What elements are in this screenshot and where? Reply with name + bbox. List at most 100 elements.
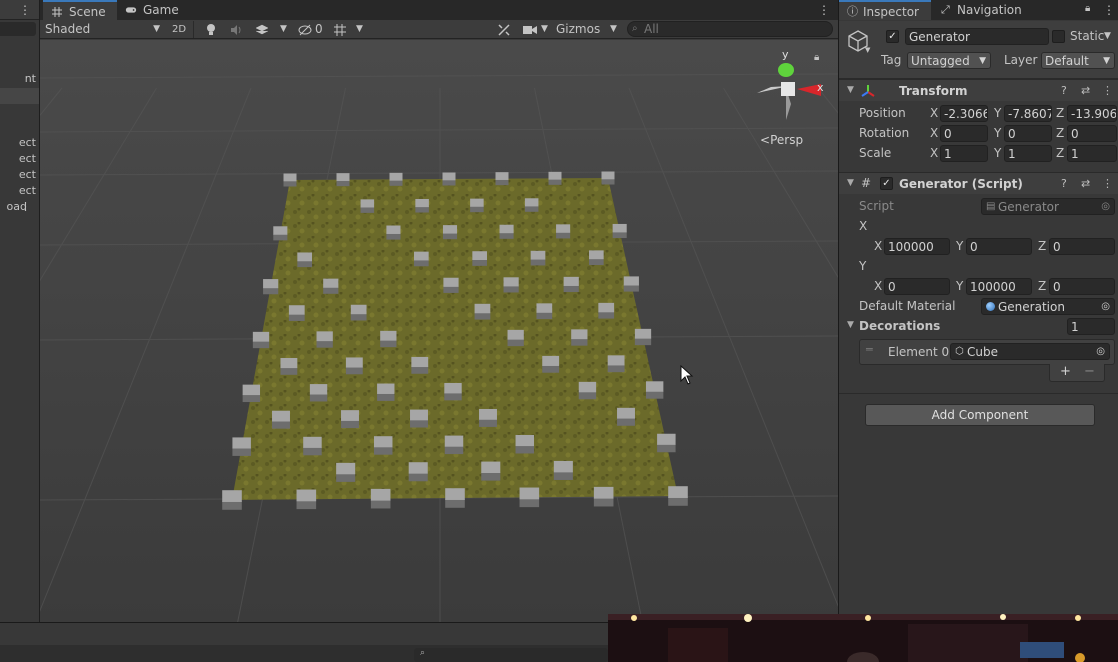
more-options-icon[interactable]: ⋮: [1103, 3, 1115, 17]
tab-scene[interactable]: Scene: [43, 0, 117, 20]
audio-toggle-icon[interactable]: [230, 20, 244, 39]
chevron-down-icon[interactable]: ▼: [865, 46, 870, 54]
chevron-down-icon[interactable]: ▼: [1104, 31, 1111, 41]
default-material-field[interactable]: Generation ◎: [981, 298, 1115, 315]
element0-field[interactable]: ⬡ Cube ◎: [950, 343, 1110, 360]
draw-mode-value: Shaded: [45, 22, 91, 36]
chevron-down-icon[interactable]: ▼: [847, 178, 854, 188]
transform-header[interactable]: ▼ Transform ? ⇄ ⋮: [839, 79, 1118, 101]
script-value: Generator: [998, 200, 1059, 214]
help-icon[interactable]: ?: [1061, 178, 1067, 190]
y-vector-y-field[interactable]: 100000: [966, 278, 1032, 295]
more-options-icon[interactable]: ⋮: [19, 3, 31, 17]
hidden-objects-toggle[interactable]: 0: [298, 20, 326, 39]
x-vector-x-field[interactable]: 100000: [884, 238, 950, 255]
effects-dropdown[interactable]: ▼: [255, 20, 287, 39]
object-picker-icon[interactable]: ◎: [1101, 299, 1110, 314]
add-element-button[interactable]: +: [1060, 364, 1071, 379]
cube: [495, 172, 509, 186]
cube: [272, 410, 290, 429]
hierarchy-item[interactable]: ect: [19, 168, 36, 181]
decorations-size-field[interactable]: 1: [1067, 318, 1115, 335]
x-vector-y-field[interactable]: 0: [966, 238, 1032, 255]
more-options-icon[interactable]: ⋮: [1102, 85, 1113, 97]
gizmo-y-cone: [778, 63, 794, 77]
toggle-2d-button[interactable]: 2D: [164, 21, 194, 38]
hierarchy-item[interactable]: ect: [19, 136, 36, 149]
cube-side: [350, 313, 367, 321]
active-checkbox[interactable]: ✓: [886, 30, 899, 43]
tools-icon[interactable]: [498, 20, 512, 39]
bottom-search-input[interactable]: ⌕: [414, 648, 608, 662]
x-vector-z-field[interactable]: 0: [1049, 238, 1115, 255]
drag-handle-icon[interactable]: ═: [866, 343, 873, 356]
chevron-down-icon[interactable]: ▼: [847, 320, 854, 330]
draw-mode-dropdown[interactable]: Shaded ▼: [45, 20, 160, 39]
cube-top: [280, 357, 298, 369]
script-field[interactable]: ▤ Generator ◎: [981, 198, 1115, 215]
more-options-icon[interactable]: ⋮: [1102, 178, 1113, 190]
lock-icon[interactable]: 🔒︎: [1085, 3, 1090, 14]
rotation-y-field[interactable]: 0: [1004, 125, 1052, 142]
object-picker-icon[interactable]: ◎: [1101, 199, 1110, 214]
add-component-button[interactable]: Add Component: [865, 404, 1095, 426]
hierarchy-item[interactable]: nt: [25, 72, 36, 85]
tab-game[interactable]: Game: [119, 0, 189, 20]
object-name-input[interactable]: Generator: [905, 28, 1049, 45]
rotation-z-field[interactable]: 0: [1067, 125, 1117, 142]
cube-side: [634, 337, 652, 346]
scene-viewport[interactable]: y x 🔒︎ <Persp: [40, 40, 838, 622]
axis-z-label: Z: [1038, 279, 1047, 293]
hierarchy-item[interactable]: ect: [19, 184, 36, 197]
script-enabled-checkbox[interactable]: ✓: [880, 177, 893, 190]
cube-side: [296, 500, 317, 510]
scale-z-field[interactable]: 1: [1067, 145, 1117, 162]
axis-x-label: X: [930, 126, 939, 140]
decorations-label[interactable]: Decorations: [859, 318, 940, 335]
cube: [444, 382, 462, 401]
tab-navigation[interactable]: ⤢ Navigation: [933, 0, 1043, 20]
tag-dropdown[interactable]: Untagged ▼: [907, 52, 991, 69]
presets-icon[interactable]: ⇄: [1081, 85, 1090, 97]
hierarchy-search-input[interactable]: [0, 22, 36, 36]
scale-y-field[interactable]: 1: [1004, 145, 1052, 162]
position-x-field[interactable]: -2.3066: [940, 105, 988, 122]
hierarchy-selected-row[interactable]: [0, 88, 39, 104]
gizmos-dropdown[interactable]: Gizmos ▼: [556, 20, 622, 39]
cube-top: [479, 408, 497, 420]
projection-toggle[interactable]: <Persp: [760, 133, 803, 147]
object-picker-icon[interactable]: ◎: [1096, 344, 1105, 359]
generator-script-header[interactable]: ▼ # ✓ Generator (Script) ? ⇄ ⋮: [839, 172, 1118, 194]
remove-element-button[interactable]: −: [1084, 364, 1095, 379]
cube-top: [495, 172, 509, 180]
static-checkbox[interactable]: [1052, 30, 1065, 43]
help-icon[interactable]: ?: [1061, 85, 1067, 97]
hierarchy-item[interactable]: ect: [19, 152, 36, 165]
more-options-icon[interactable]: ⋮: [20, 200, 31, 213]
layer-dropdown[interactable]: Default ▼: [1041, 52, 1115, 69]
position-y-field[interactable]: -7.8607: [1004, 105, 1052, 122]
lock-icon[interactable]: 🔒︎: [814, 52, 819, 63]
cube: [373, 436, 393, 455]
position-z-field[interactable]: -13.906: [1067, 105, 1117, 122]
scene-view: Scene Game ⋮ Shaded ▼ 2D ▼ 0 ▼ ▼ Gizmos …: [40, 0, 838, 622]
cube-top: [232, 437, 251, 449]
scene-search-input[interactable]: ⌕ All: [627, 21, 833, 37]
y-vector-z-field[interactable]: 0: [1049, 278, 1115, 295]
camera-dropdown[interactable]: ▼: [523, 20, 551, 39]
chevron-down-icon[interactable]: ▼: [847, 85, 854, 95]
cube-side: [263, 287, 279, 295]
tab-inspector[interactable]: ⓘ Inspector: [839, 0, 931, 20]
lighting-toggle-icon[interactable]: [205, 20, 219, 39]
cube-side: [668, 496, 688, 506]
cube-side: [617, 417, 635, 426]
scale-x-field[interactable]: 1: [940, 145, 988, 162]
grid-dropdown[interactable]: ▼: [333, 20, 363, 39]
position-z-value: -13.906: [1071, 107, 1117, 121]
rotation-x-field[interactable]: 0: [940, 125, 988, 142]
y-vector-x-field[interactable]: 0: [884, 278, 950, 295]
presets-icon[interactable]: ⇄: [1081, 178, 1090, 190]
cube: [377, 383, 395, 401]
more-options-icon[interactable]: ⋮: [818, 3, 830, 17]
cube-top: [589, 250, 604, 260]
